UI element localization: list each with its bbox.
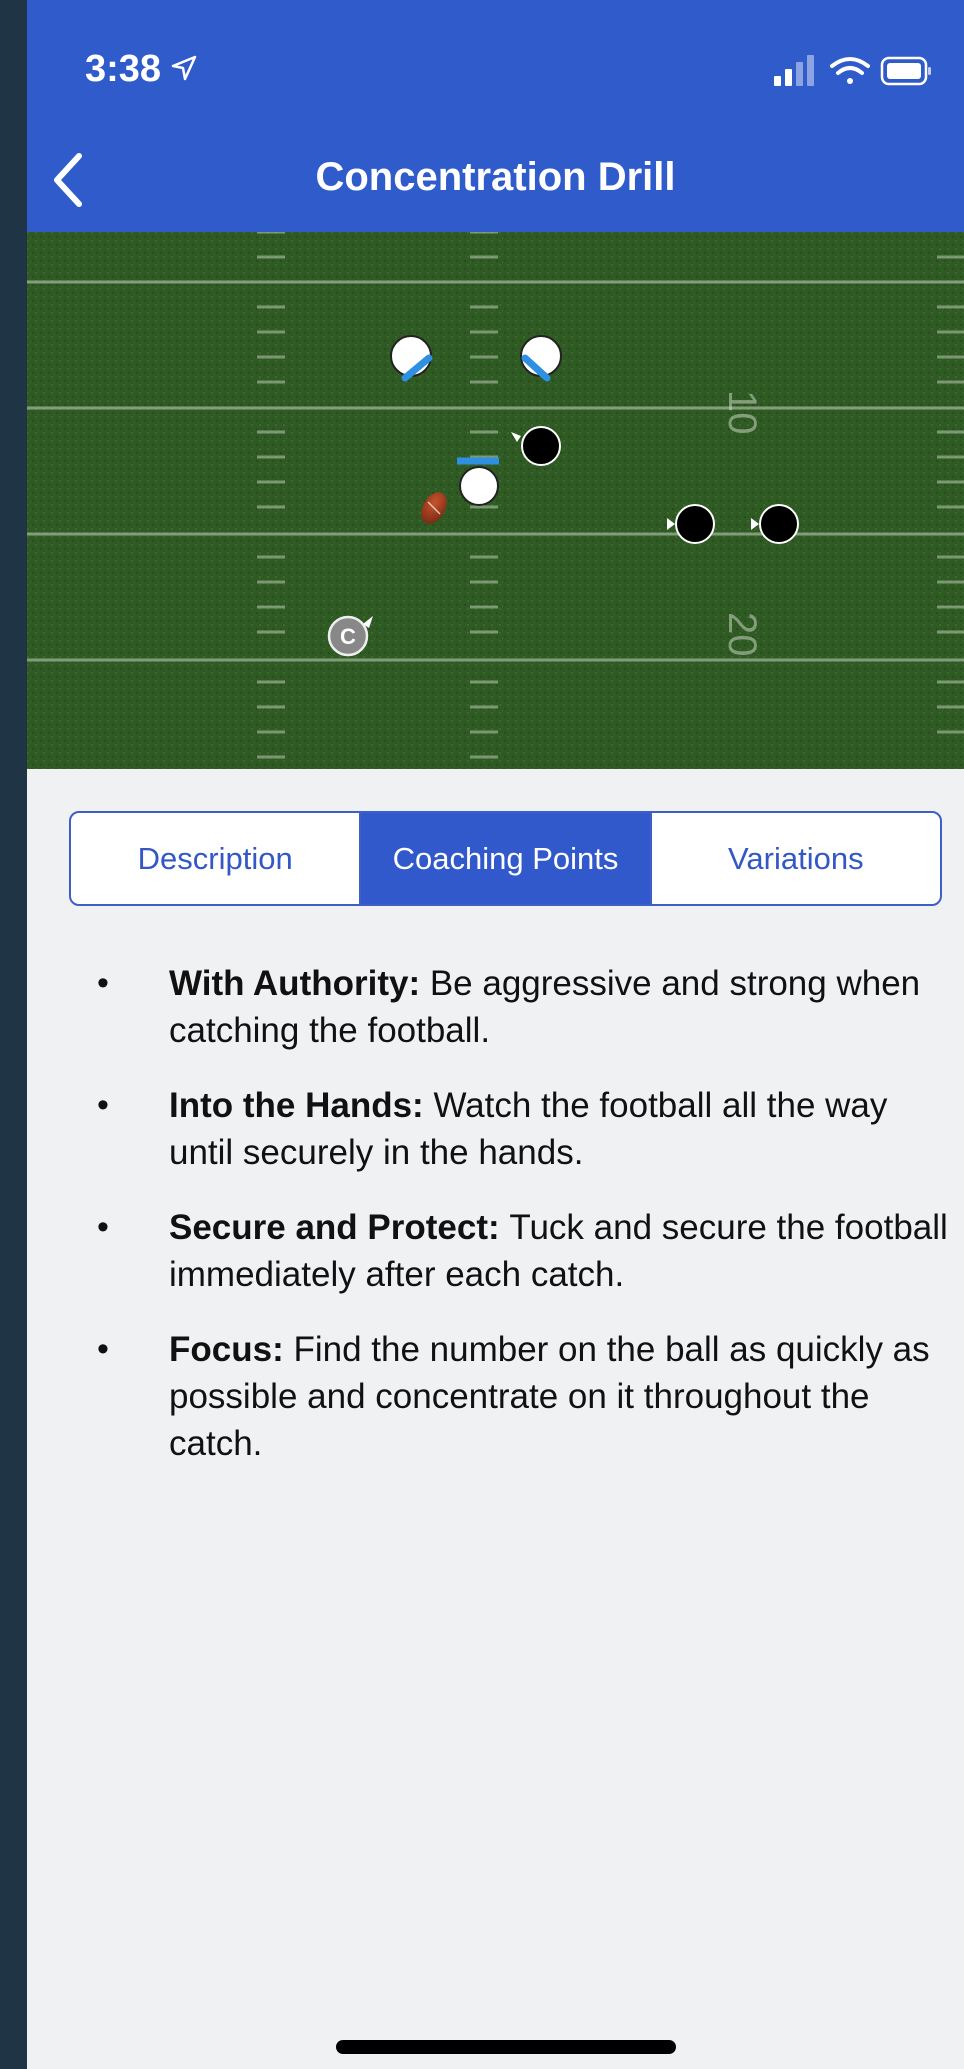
bullet: •: [97, 964, 109, 1002]
tab-description[interactable]: Description: [71, 813, 359, 904]
coaching-points-list: • With Authority: Be aggressive and stro…: [69, 960, 949, 1495]
bullet: •: [97, 1208, 109, 1246]
drill-field-diagram: 10 20 C: [27, 230, 964, 769]
signal-icon: [774, 55, 814, 86]
tab-variations[interactable]: Variations: [649, 813, 940, 904]
list-item: • Focus: Find the number on the ball as …: [69, 1326, 949, 1467]
list-item: • Into the Hands: Watch the football all…: [69, 1082, 949, 1176]
list-item: • Secure and Protect: Tuck and secure th…: [69, 1204, 949, 1298]
page-title: Concentration Drill: [315, 155, 676, 199]
list-item: • With Authority: Be aggressive and stro…: [69, 960, 949, 1054]
yard-number-10: 10: [720, 390, 764, 435]
coach-label: C: [340, 624, 356, 649]
nav-header: 3:38 Concentration Drill: [27, 0, 964, 232]
wifi-icon: [830, 57, 870, 84]
point-title: Focus:: [169, 1330, 294, 1369]
yard-number-20: 20: [720, 612, 764, 657]
point-title: With Authority:: [169, 964, 430, 1003]
point-title: Into the Hands:: [169, 1086, 434, 1125]
bullet: •: [97, 1086, 109, 1124]
status-time: 3:38: [85, 48, 197, 91]
status-time-text: 3:38: [85, 48, 162, 90]
point-title: Secure and Protect:: [169, 1208, 510, 1247]
battery-icon: [880, 56, 931, 86]
bullet: •: [97, 1330, 109, 1368]
status-icons: [774, 54, 934, 88]
app-screen: 3:38 Concentration Drill 10 20 C Descrip…: [27, 0, 964, 2069]
location-arrow-icon: [171, 48, 197, 91]
segmented-tabs: Description Coaching Points Variations: [69, 811, 942, 906]
home-indicator[interactable]: [336, 2040, 676, 2054]
tab-coaching-points[interactable]: Coaching Points: [359, 813, 650, 904]
